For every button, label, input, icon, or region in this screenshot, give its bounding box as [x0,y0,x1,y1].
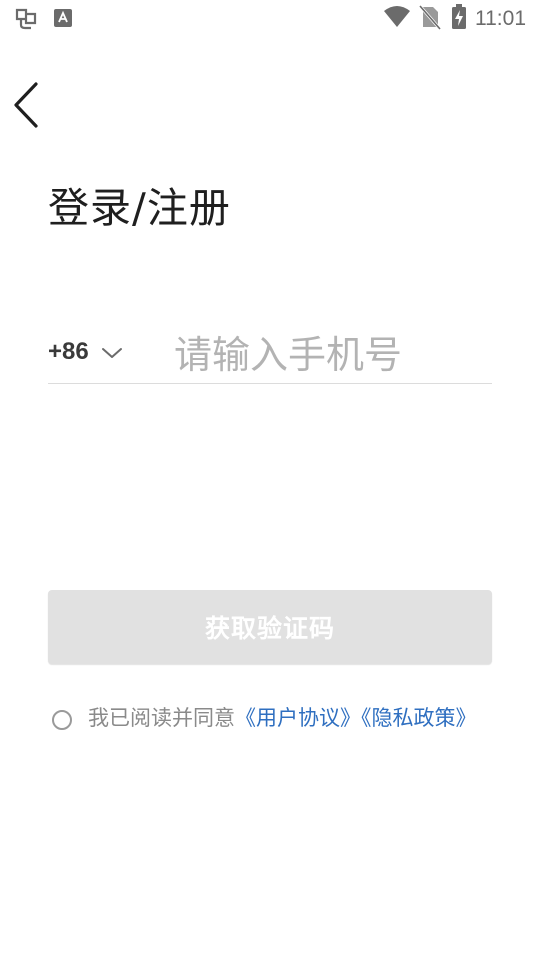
phone-number-input[interactable] [174,328,490,382]
chevron-down-icon [101,345,123,359]
no-sim-icon [418,4,442,34]
keyboard-a-icon [54,9,72,31]
agreement-prefix: 我已阅读并同意 [88,706,235,730]
agreement-text: 我已阅读并同意《用户协议》《隐私政策》 [88,704,492,732]
app-notification-icon [14,5,40,35]
status-bar-right: 11:01 [383,4,526,34]
phone-number-row: +86 [48,328,492,384]
status-bar: 11:01 [0,0,540,36]
back-arrow-icon [8,82,48,134]
status-bar-left [14,5,72,35]
agreement-checkbox[interactable] [52,710,72,730]
agreement-row: 我已阅读并同意《用户协议》《隐私政策》 [48,704,492,732]
user-agreement-link[interactable]: 《用户协议》 [235,706,361,730]
privacy-policy-link[interactable]: 《隐私政策》 [361,706,477,730]
status-time: 11:01 [475,7,526,30]
get-verification-code-button[interactable]: 获取验证码 [48,590,492,664]
login-screen: 11:01 登录/注册 +86 获取验证码 我已阅读并同意《用户协议》《隐私政策… [0,0,540,960]
back-button[interactable] [8,80,48,130]
country-code-selector[interactable]: +86 [48,338,123,366]
wifi-icon [383,5,411,33]
battery-charging-icon [451,4,467,34]
page-title: 登录/注册 [48,184,231,232]
country-code-label: +86 [48,338,89,365]
